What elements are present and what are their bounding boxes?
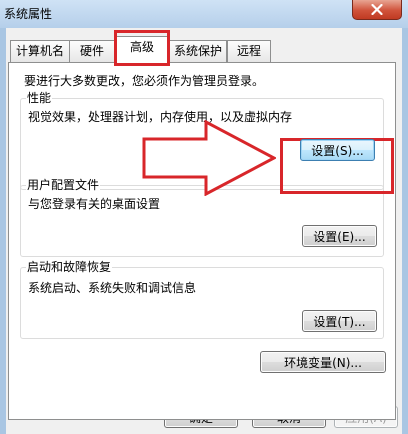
tab-remote[interactable]: 远程 [227,40,271,62]
title-bar[interactable]: 系统属性 [0,0,408,28]
tab-system-protection[interactable]: 系统保护 [169,40,227,62]
performance-settings-button[interactable]: 设置(S)... [300,139,375,161]
admin-notice: 要进行大多数更改，您必须作为管理员登录。 [24,74,265,88]
window-title: 系统属性 [4,7,53,21]
tab-annotation-box [114,30,170,66]
performance-title: 性能 [26,91,53,106]
close-button[interactable] [352,0,402,20]
arrow-annotation-icon [142,120,276,196]
environment-variables-button[interactable]: 环境变量(N)... [260,351,386,373]
user-profiles-settings-button[interactable]: 设置(E)... [302,225,377,247]
tab-hardware[interactable]: 硬件 [69,40,115,62]
startup-recovery-description: 系统启动、系统失败和调试信息 [28,281,197,295]
dialog-client-area: 计算机名 硬件 高级 系统保护 远程 要进行大多数更改，您必须作为管理员登录。 … [6,28,402,434]
close-icon [371,4,383,15]
startup-recovery-settings-button[interactable]: 设置(T)... [302,310,377,332]
startup-recovery-title: 启动和故障恢复 [26,260,113,275]
user-profiles-description: 与您登录有关的桌面设置 [28,197,161,211]
tab-computer-name[interactable]: 计算机名 [10,40,70,62]
user-profiles-title: 用户配置文件 [26,178,101,193]
